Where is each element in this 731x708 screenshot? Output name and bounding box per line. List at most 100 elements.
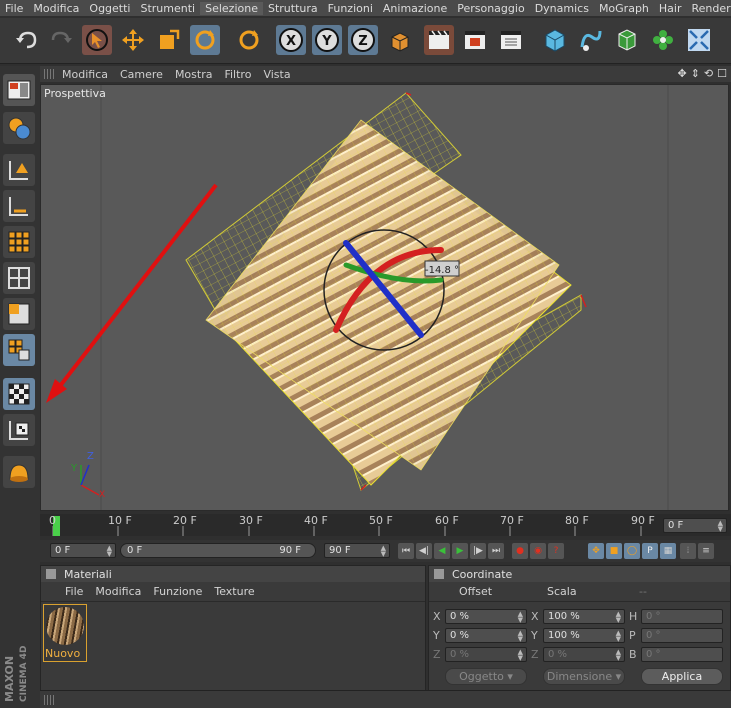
b-field[interactable]: 0 ° bbox=[641, 647, 723, 662]
scala-x-field[interactable]: 100 % ▲ ▼ bbox=[543, 609, 625, 624]
undo-icon[interactable] bbox=[12, 25, 42, 55]
redo-icon[interactable] bbox=[46, 25, 76, 55]
model-mode-icon[interactable] bbox=[3, 262, 35, 294]
materials-menu-texture[interactable]: Texture bbox=[208, 585, 260, 598]
timeline-menu-icon[interactable]: ≡ bbox=[698, 543, 714, 559]
materials-menu-modifica[interactable]: Modifica bbox=[89, 585, 147, 598]
render-view-icon[interactable] bbox=[424, 25, 454, 55]
viewport-menu-camere[interactable]: Camere bbox=[114, 68, 169, 81]
apply-button[interactable]: Applica bbox=[641, 668, 723, 685]
workplane-mode-icon[interactable] bbox=[3, 334, 35, 366]
viewport-zoom-icon[interactable]: ⇕ bbox=[691, 67, 700, 80]
texture-mode-icon[interactable] bbox=[3, 298, 35, 330]
z-axis-icon[interactable]: Z bbox=[348, 25, 378, 55]
key-pla-icon[interactable]: ▦ bbox=[660, 543, 676, 559]
preview-range-slider[interactable]: 0 F 90 F bbox=[120, 543, 316, 558]
spline-pen-icon[interactable] bbox=[576, 25, 606, 55]
spinner-icon[interactable]: ▲ ▼ bbox=[616, 611, 621, 624]
render-picture-viewer-icon[interactable] bbox=[460, 25, 490, 55]
prev-key-icon[interactable]: ◀| bbox=[416, 543, 432, 559]
keyframe-selection-icon[interactable]: ? bbox=[548, 543, 564, 559]
size-dropdown[interactable]: Dimensione ▾ bbox=[543, 668, 625, 685]
offset-z-field[interactable]: 0 % ▲ ▼ bbox=[445, 647, 527, 662]
record-icon[interactable]: ● bbox=[512, 543, 528, 559]
scala-y-field[interactable]: 100 % ▲ ▼ bbox=[543, 628, 625, 643]
menu-struttura[interactable]: Struttura bbox=[263, 2, 323, 15]
viewport-menu-vista[interactable]: Vista bbox=[257, 68, 296, 81]
materials-menu-funzione[interactable]: Funzione bbox=[147, 585, 208, 598]
texture-axis-icon[interactable] bbox=[3, 414, 35, 446]
viewport-rotate-icon[interactable]: ⟲ bbox=[704, 67, 713, 80]
cube-icon[interactable] bbox=[540, 25, 570, 55]
play-forward-icon[interactable]: ▶ bbox=[452, 543, 468, 559]
y-axis-icon[interactable]: Y bbox=[312, 25, 342, 55]
viewport-menu-mostra[interactable]: Mostra bbox=[169, 68, 219, 81]
rotate-icon[interactable] bbox=[190, 25, 220, 55]
interpolation-icon[interactable]: ⦙ bbox=[680, 543, 696, 559]
menu-oggetti[interactable]: Oggetti bbox=[84, 2, 135, 15]
sculpt-icon[interactable] bbox=[3, 456, 35, 488]
menu-personaggio[interactable]: Personaggio bbox=[452, 2, 529, 15]
scala-z-field[interactable]: 0 % ▲ ▼ bbox=[543, 647, 625, 662]
key-scale-icon[interactable]: ■ bbox=[606, 543, 622, 559]
spinner-icon[interactable]: ▲ ▼ bbox=[107, 545, 112, 558]
spinner-icon[interactable]: ▲ ▼ bbox=[518, 630, 523, 643]
offset-y-field[interactable]: 0 % ▲ ▼ bbox=[445, 628, 527, 643]
menu-rendering[interactable]: Rendering bbox=[687, 2, 731, 15]
spinner-icon[interactable]: ▲ ▼ bbox=[518, 611, 523, 624]
point-mode-icon[interactable] bbox=[3, 154, 35, 186]
uv-mode-icon[interactable] bbox=[3, 378, 35, 410]
current-frame-field[interactable]: 0 F ▲ ▼ bbox=[663, 518, 727, 533]
end-frame-field[interactable]: 90 F ▲ ▼ bbox=[324, 543, 390, 558]
material-thumbnail[interactable]: Nuovo bbox=[43, 604, 87, 662]
cloner-icon[interactable] bbox=[648, 25, 678, 55]
start-frame-field[interactable]: 0 F ▲ ▼ bbox=[50, 543, 116, 558]
h-field[interactable]: 0 ° bbox=[641, 609, 723, 624]
viewport-move-icon[interactable]: ✥ bbox=[677, 67, 686, 80]
spinner-icon[interactable]: ▲ ▼ bbox=[381, 545, 386, 558]
viewport-menu-filtro[interactable]: Filtro bbox=[218, 68, 257, 81]
key-rotation-icon[interactable]: ◯ bbox=[624, 543, 640, 559]
menu-animazione[interactable]: Animazione bbox=[378, 2, 452, 15]
subdivision-icon[interactable] bbox=[612, 25, 642, 55]
render-settings-icon[interactable] bbox=[496, 25, 526, 55]
go-to-start-icon[interactable]: ⏮ bbox=[398, 543, 414, 559]
menu-dynamics[interactable]: Dynamics bbox=[530, 2, 594, 15]
spinner-icon[interactable]: ▲ ▼ bbox=[616, 630, 621, 643]
object-mode-icon[interactable] bbox=[3, 112, 35, 144]
key-position-icon[interactable]: ✥ bbox=[588, 543, 604, 559]
menu-file[interactable]: File bbox=[0, 2, 28, 15]
timeline-ruler[interactable]: 0 10 F 20 F 30 F 40 F 50 F 60 F 70 F 80 … bbox=[40, 514, 731, 536]
x-axis-icon[interactable]: X bbox=[276, 25, 306, 55]
viewport-maximize-icon[interactable]: ☐ bbox=[717, 67, 727, 80]
key-parameter-icon[interactable]: P bbox=[642, 543, 658, 559]
materials-menu-file[interactable]: File bbox=[41, 585, 89, 598]
offset-x-field[interactable]: 0 % ▲ ▼ bbox=[445, 609, 527, 624]
select-arrow-icon[interactable] bbox=[82, 25, 112, 55]
p-field[interactable]: 0 ° bbox=[641, 628, 723, 643]
play-backward-icon[interactable]: ◀ bbox=[434, 543, 450, 559]
mode-dropdown[interactable]: Oggetto ▾ bbox=[445, 668, 527, 685]
spinner-icon[interactable]: ▲ ▼ bbox=[518, 649, 523, 662]
viewport-menu-modifica[interactable]: Modifica bbox=[56, 68, 114, 81]
menu-funzioni[interactable]: Funzioni bbox=[323, 2, 378, 15]
next-key-icon[interactable]: |▶ bbox=[470, 543, 486, 559]
rotate-live-icon[interactable] bbox=[234, 25, 264, 55]
deformer-icon[interactable] bbox=[684, 25, 714, 55]
menu-hair[interactable]: Hair bbox=[654, 2, 687, 15]
autokey-icon[interactable]: ◉ bbox=[530, 543, 546, 559]
spinner-icon[interactable]: ▲ ▼ bbox=[616, 649, 621, 662]
layout-icon[interactable] bbox=[3, 74, 35, 106]
viewport-perspective[interactable]: -14.8 ° Y Z X Prospettiva bbox=[40, 84, 729, 511]
move-icon[interactable] bbox=[118, 25, 148, 55]
scale-icon[interactable] bbox=[154, 25, 184, 55]
go-to-end-icon[interactable]: ⏭ bbox=[488, 543, 504, 559]
menu-strumenti[interactable]: Strumenti bbox=[135, 2, 200, 15]
menu-mograph[interactable]: MoGraph bbox=[594, 2, 654, 15]
edge-mode-icon[interactable] bbox=[3, 190, 35, 222]
polygon-mode-icon[interactable] bbox=[3, 226, 35, 258]
spinner-icon[interactable]: ▲ ▼ bbox=[718, 520, 723, 533]
menu-selezione[interactable]: Selezione bbox=[200, 1, 263, 15]
menu-modifica[interactable]: Modifica bbox=[28, 2, 84, 15]
coordinate-system-icon[interactable] bbox=[384, 25, 414, 55]
